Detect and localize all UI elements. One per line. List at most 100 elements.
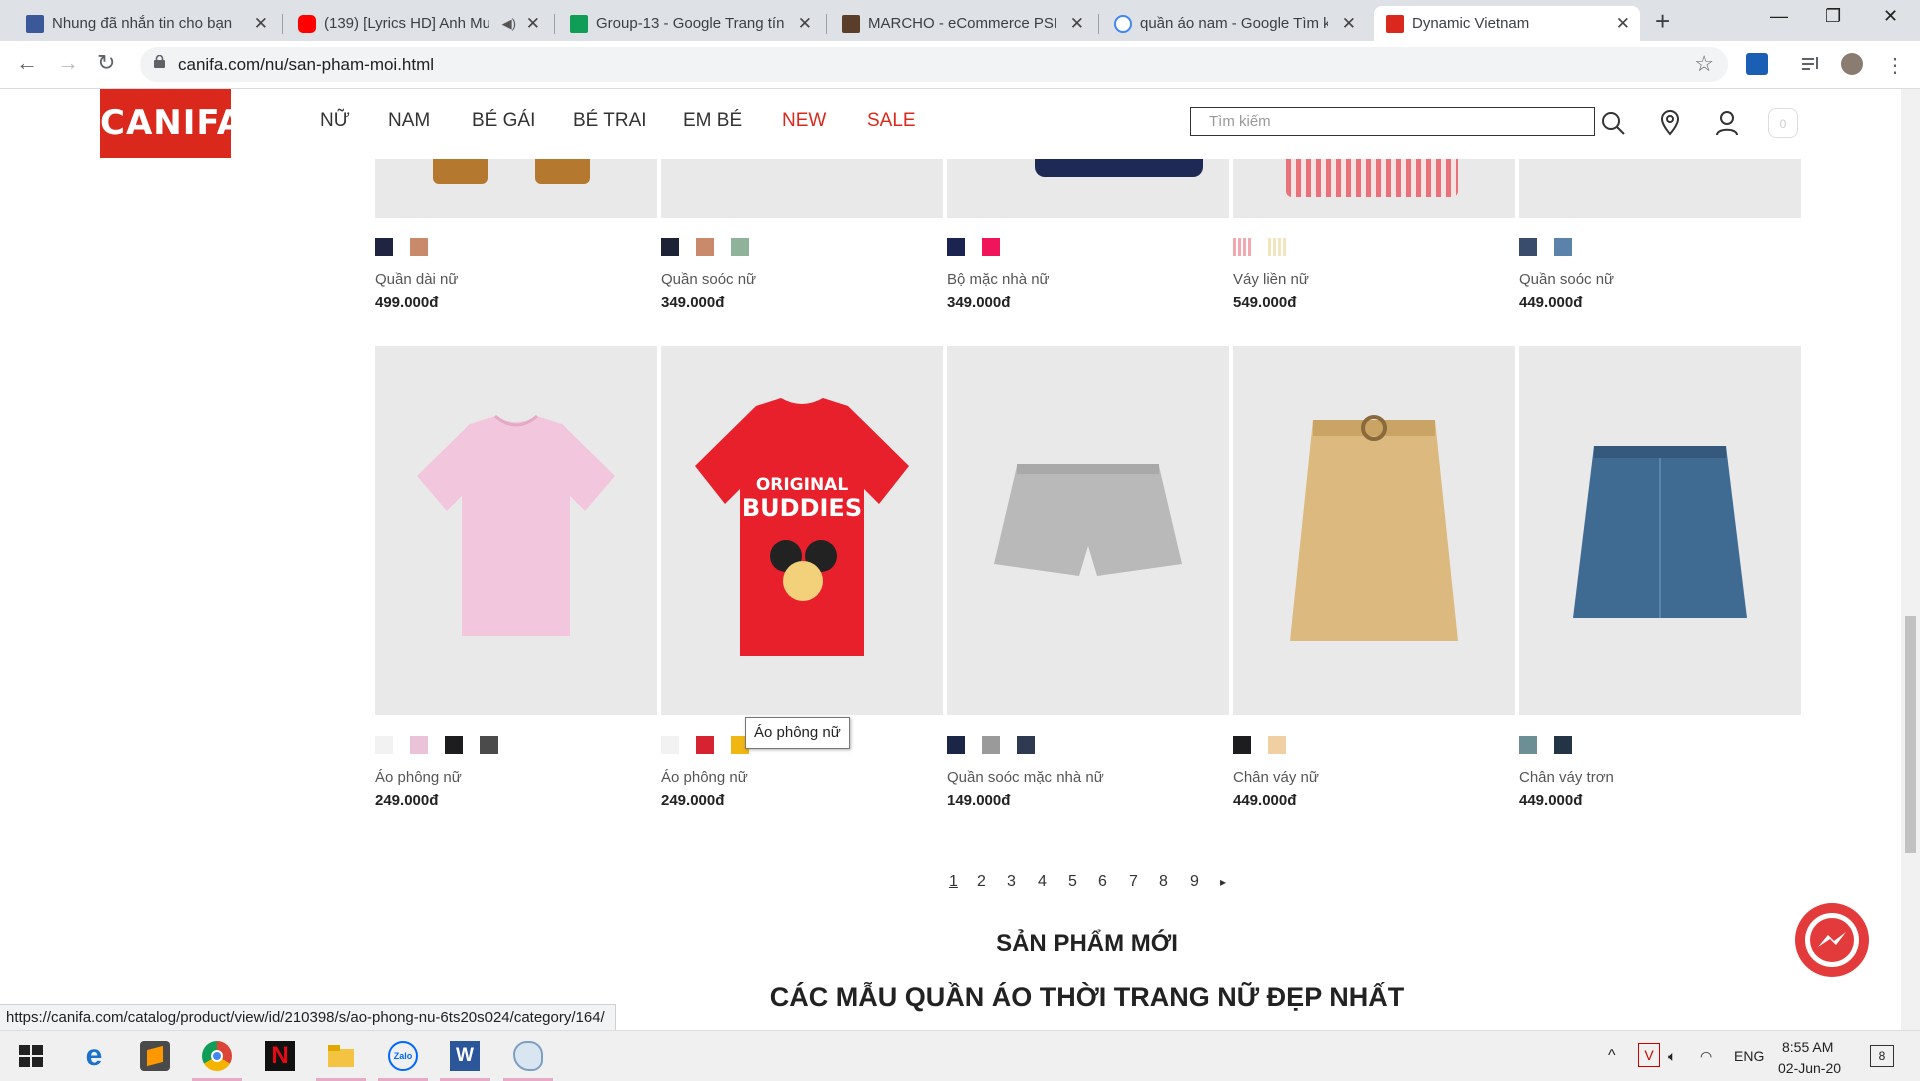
product-name[interactable]: Áo phông nữ — [661, 769, 748, 786]
product-image[interactable] — [1233, 159, 1515, 218]
search-icon[interactable] — [1598, 108, 1628, 138]
close-icon[interactable]: ✕ — [1342, 6, 1356, 41]
color-swatch[interactable] — [1017, 736, 1035, 754]
page-link[interactable]: 6 — [1098, 873, 1107, 891]
page-link[interactable]: 8 — [1159, 873, 1168, 891]
product-image[interactable] — [661, 159, 943, 218]
product-name[interactable]: Quần soóc nữ — [1519, 271, 1614, 288]
extension-icon[interactable] — [1746, 53, 1768, 75]
color-swatch[interactable] — [696, 238, 714, 256]
chrome-icon[interactable] — [202, 1041, 232, 1071]
nav-item-sale[interactable]: SALE — [867, 110, 916, 132]
color-swatch[interactable] — [445, 736, 463, 754]
color-swatch[interactable] — [1519, 736, 1537, 754]
product-image[interactable] — [1519, 346, 1801, 715]
color-swatch[interactable] — [375, 736, 393, 754]
color-swatch[interactable] — [661, 238, 679, 256]
file-explorer-icon[interactable] — [326, 1041, 356, 1071]
volume-icon[interactable]: 🔈︎ — [1668, 1031, 1676, 1081]
sublime-icon[interactable] — [140, 1041, 170, 1071]
reload-icon[interactable]: ↻ — [97, 51, 115, 75]
color-swatch[interactable] — [947, 238, 965, 256]
word-icon[interactable]: W — [450, 1041, 480, 1071]
notifications-icon[interactable]: 8 — [1870, 1045, 1894, 1067]
product-name[interactable]: Chân váy nữ — [1233, 769, 1319, 786]
canifa-logo[interactable]: CANIFA — [100, 89, 243, 158]
browser-tab-sheets[interactable]: Group-13 - Google Trang tính ✕ — [558, 6, 822, 41]
color-swatch[interactable] — [982, 736, 1000, 754]
language-indicator[interactable]: ENG — [1734, 1031, 1764, 1081]
messenger-chat-button[interactable] — [1795, 903, 1869, 977]
close-icon[interactable]: ✕ — [526, 6, 540, 41]
search-input[interactable]: Tìm kiếm — [1190, 107, 1595, 136]
page-link[interactable]: 4 — [1038, 873, 1047, 891]
color-swatch[interactable] — [661, 736, 679, 754]
product-image[interactable] — [1233, 346, 1515, 715]
page-link[interactable]: 3 — [1007, 873, 1016, 891]
color-swatch[interactable] — [1554, 238, 1572, 256]
close-icon[interactable]: ✕ — [798, 6, 812, 41]
product-name[interactable]: Bộ mặc nhà nữ — [947, 271, 1050, 288]
page-link[interactable]: 2 — [977, 873, 986, 891]
product-image[interactable] — [375, 159, 657, 218]
edge-icon[interactable]: e — [79, 1041, 109, 1071]
forward-icon[interactable]: → — [57, 51, 79, 75]
minimize-icon[interactable]: — — [1770, 6, 1788, 27]
restore-icon[interactable]: ❐ — [1825, 6, 1841, 27]
browser-tab-facebook[interactable]: Nhung đã nhắn tin cho bạn ✕ — [14, 6, 278, 41]
nav-item-be-trai[interactable]: BÉ TRAI — [573, 110, 647, 132]
color-swatch[interactable] — [1268, 238, 1286, 256]
product-name[interactable]: Quần soóc mặc nhà nữ — [947, 769, 1104, 786]
product-image[interactable] — [947, 159, 1229, 218]
zalo-icon[interactable]: Zalo — [388, 1041, 418, 1071]
paint-icon[interactable] — [513, 1041, 543, 1071]
product-name[interactable]: Áo phông nữ — [375, 769, 462, 786]
nav-item-em-be[interactable]: EM BÉ — [683, 110, 742, 132]
color-swatch[interactable] — [1268, 736, 1286, 754]
color-swatch[interactable] — [1233, 736, 1251, 754]
wifi-icon[interactable]: ◠ — [1700, 1031, 1712, 1081]
browser-tab-canifa[interactable]: Dynamic Vietnam ✕ — [1374, 6, 1640, 41]
color-swatch[interactable] — [410, 736, 428, 754]
antivirus-icon[interactable]: V — [1638, 1043, 1660, 1067]
product-name[interactable]: Chân váy trơn — [1519, 769, 1614, 786]
color-swatch[interactable] — [731, 238, 749, 256]
browser-tab-marcho[interactable]: MARCHO - eCommerce PSD ✕ — [830, 6, 1094, 41]
scrollbar-thumb[interactable] — [1905, 616, 1916, 853]
color-swatch[interactable] — [375, 238, 393, 256]
product-name[interactable]: Váy liền nữ — [1233, 271, 1309, 288]
media-control-icon[interactable] — [1800, 53, 1822, 75]
product-image[interactable]: ORIGINAL BUDDIES — [661, 346, 943, 715]
browser-tab-youtube[interactable]: (139) [Lyrics HD] Anh Mu ◀) ✕ — [286, 6, 550, 41]
new-tab-button[interactable]: + — [1655, 6, 1670, 36]
next-page-arrow-icon[interactable]: ▸ — [1220, 875, 1226, 889]
profile-avatar[interactable] — [1841, 53, 1863, 75]
nav-item-new[interactable]: NEW — [782, 110, 826, 132]
store-location-icon[interactable] — [1655, 108, 1685, 138]
netflix-icon[interactable]: N — [265, 1041, 295, 1071]
nav-item-be-gai[interactable]: BÉ GÁI — [472, 110, 535, 132]
product-image[interactable] — [375, 346, 657, 715]
show-hidden-icons-chevron-icon[interactable]: ^ — [1608, 1031, 1616, 1081]
product-image[interactable] — [1519, 159, 1801, 218]
address-bar[interactable]: canifa.com/nu/san-pham-moi.html ☆ — [140, 47, 1728, 82]
nav-item-nu[interactable]: NỮ — [320, 110, 350, 132]
color-swatch[interactable] — [947, 736, 965, 754]
page-link[interactable]: 5 — [1068, 873, 1077, 891]
product-name[interactable]: Quần soóc nữ — [661, 271, 756, 288]
color-swatch[interactable] — [696, 736, 714, 754]
color-swatch[interactable] — [1519, 238, 1537, 256]
bookmark-star-icon[interactable]: ☆ — [1694, 51, 1714, 77]
close-icon[interactable]: ✕ — [1070, 6, 1084, 41]
page-link[interactable]: 7 — [1129, 873, 1138, 891]
menu-kebab-icon[interactable]: ⋮ — [1884, 53, 1906, 77]
window-close-icon[interactable]: ✕ — [1883, 6, 1898, 27]
close-icon[interactable]: ✕ — [1616, 6, 1630, 41]
account-icon[interactable] — [1712, 108, 1742, 138]
clock-date[interactable]: 02-Jun-20 — [1778, 1057, 1841, 1079]
browser-tab-google[interactable]: quần áo nam - Google Tìm k ✕ — [1102, 6, 1366, 41]
nav-item-nam[interactable]: NAM — [388, 110, 430, 132]
clock-time[interactable]: 8:55 AM — [1782, 1036, 1833, 1058]
cart-icon[interactable]: 0 — [1768, 108, 1798, 138]
page-link[interactable]: 9 — [1190, 873, 1199, 891]
